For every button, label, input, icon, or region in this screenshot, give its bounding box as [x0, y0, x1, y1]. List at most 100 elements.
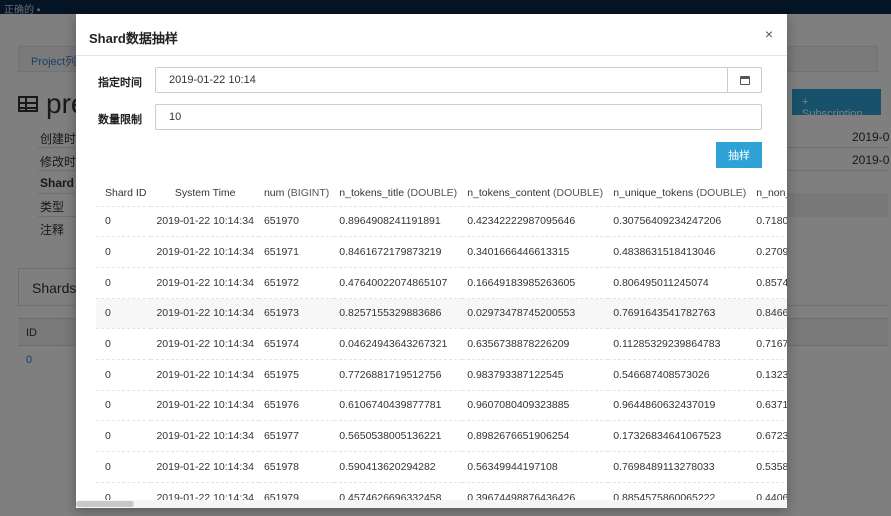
table-row: 0 2019-01-22 10:14:34 651974 0.046249436432…: [96, 328, 787, 360]
table-cell: 2019-01-22 10:14:34: [151, 358, 259, 391]
table-cell: 0.9607080409323885: [462, 389, 609, 421]
table-row: 0 2019-01-22 10:14:34 651972 0.476400220748…: [96, 266, 787, 299]
table-row: 0 2019-01-22 10:14:34 651978 0.590413620294…: [96, 451, 787, 483]
table-cell: 2019-01-22 10:14:34: [151, 389, 259, 421]
table-cell: 0: [96, 297, 152, 329]
scrollbar-thumb[interactable]: [76, 501, 134, 507]
table-cell: 2019-01-22 10:14:34: [151, 236, 259, 268]
table-cell: 0.7691643541782763: [608, 297, 752, 329]
table-cell: 0.8461672179873219: [334, 236, 463, 268]
table-cell: 0.17326834641067523: [608, 420, 752, 452]
table-cell: 0.16649183985263605: [462, 266, 609, 299]
table-cell: 0.42342222987095646: [462, 205, 609, 237]
table-cell: 0.7167256947: [751, 328, 787, 360]
table-cell: 0.4574626696332458: [334, 481, 463, 500]
table-cell: 2019-01-22 10:14:34: [151, 266, 259, 299]
table-cell: 651977: [258, 420, 335, 452]
table-cell: 651970: [258, 205, 335, 237]
table-cell: 0.7180117817: [751, 205, 787, 237]
table-cell: 0: [96, 481, 152, 500]
limit-label: 数量限制: [98, 114, 142, 126]
table-row: 0 2019-01-22 10:14:34 651976 0.610674043987…: [96, 389, 787, 421]
table-body: 0 2019-01-22 10:14:34 651970 0.896490824119…: [96, 205, 787, 500]
time-label: 指定时间: [98, 77, 142, 89]
table-cell: 0: [96, 389, 152, 421]
table-cell: 0: [96, 236, 152, 268]
table-row: 0 2019-01-22 10:14:34 651970 0.896490824119…: [96, 205, 787, 237]
table-cell: 2019-01-22 10:14:34: [151, 297, 259, 329]
table-header-row: Shard ID System Time num (BIGINT) n_toke…: [96, 180, 787, 206]
limit-input[interactable]: [155, 104, 762, 130]
sample-button[interactable]: 抽样: [716, 142, 762, 168]
table-cell: 0: [96, 266, 152, 299]
table-cell: 0.546687408573026: [608, 358, 752, 391]
table-cell: 0.11285329239864783: [608, 328, 752, 360]
shard-sampling-dialog: Shard数据抽样 × 指定时间 数量限制 抽样 Shard ID System…: [76, 14, 787, 508]
table-cell: 651976: [258, 389, 335, 421]
table-cell: 0.4838631518413046: [608, 236, 752, 268]
table-cell: 0.4406414412: [751, 481, 787, 500]
table-cell: 0.6356738878226209: [462, 328, 609, 360]
horizontal-scrollbar[interactable]: [76, 500, 787, 508]
table-cell: 651978: [258, 451, 335, 483]
table-cell: 0: [96, 358, 152, 391]
table-cell: 651973: [258, 297, 335, 329]
table-cell: 0.6106740439877781: [334, 389, 463, 421]
table-cell: 0.8982676651906254: [462, 420, 609, 452]
table-cell: 0.6723464061: [751, 420, 787, 452]
table-row: 0 2019-01-22 10:14:34 651979 0.457462669633…: [96, 481, 787, 500]
table-cell: 0: [96, 420, 152, 452]
sample-table-container[interactable]: Shard ID System Time num (BIGINT) n_toke…: [96, 180, 787, 500]
table-cell: 0.8466540610: [751, 297, 787, 329]
table-row: 0 2019-01-22 10:14:34 651973 0.825715532988…: [96, 297, 787, 329]
table-cell: 651971: [258, 236, 335, 268]
time-input[interactable]: [155, 67, 762, 93]
sample-table: Shard ID System Time num (BIGINT) n_toke…: [96, 180, 787, 500]
column-header: n_tokens_title (DOUBLE): [334, 180, 463, 206]
table-cell: 0.806495011245074: [608, 266, 752, 299]
table-row: 0 2019-01-22 10:14:34 651971 0.846167217987…: [96, 236, 787, 268]
table-cell: 0: [96, 451, 152, 483]
table-cell: 2019-01-22 10:14:34: [151, 451, 259, 483]
column-header: num (BIGINT): [258, 180, 335, 206]
table-cell: 0: [96, 205, 152, 237]
table-cell: 651974: [258, 328, 335, 360]
dialog-header: Shard数据抽样 ×: [76, 14, 787, 56]
table-cell: 0.04624943643267321: [334, 328, 463, 360]
table-cell: 0.3401666446613315: [462, 236, 609, 268]
table-cell: 0.02973478745200553: [462, 297, 609, 329]
table-cell: 0.6371993171: [751, 389, 787, 421]
table-cell: 2019-01-22 10:14:34: [151, 205, 259, 237]
table-cell: 2019-01-22 10:14:34: [151, 420, 259, 452]
column-header: n_unique_tokens (DOUBLE): [608, 180, 752, 206]
column-header: n_non_stop_w: [751, 180, 787, 206]
table-cell: 0.8257155329883686: [334, 297, 463, 329]
table-cell: 651979: [258, 481, 335, 500]
table-cell: 2019-01-22 10:14:34: [151, 328, 259, 360]
table-cell: 0.590413620294282: [334, 451, 463, 483]
table-cell: 0.56349944197108: [462, 451, 609, 483]
table-cell: 0.39674498876436426: [462, 481, 609, 500]
table-cell: 0.8854575860065222: [608, 481, 752, 500]
column-header: System Time: [151, 180, 259, 206]
calendar-icon: [740, 75, 750, 85]
table-cell: 0.7726881719512756: [334, 358, 463, 391]
table-cell: 0.8964908241191891: [334, 205, 463, 237]
column-header: n_tokens_content (DOUBLE): [462, 180, 609, 206]
table-cell: 0.1323733463: [751, 358, 787, 391]
table-cell: 0.30756409234247206: [608, 205, 752, 237]
table-cell: 651975: [258, 358, 335, 391]
table-cell: 0.47640022074865107: [334, 266, 463, 299]
dialog-title: Shard数据抽样: [89, 31, 178, 46]
table-cell: 2019-01-22 10:14:34: [151, 481, 259, 500]
table-cell: 0.9644860632437019: [608, 389, 752, 421]
table-cell: 0.2709595234: [751, 236, 787, 268]
table-cell: 0.7698489113278033: [608, 451, 752, 483]
table-row: 0 2019-01-22 10:14:34 651975 0.772688171951…: [96, 358, 787, 391]
table-cell: 0.5650538005136221: [334, 420, 463, 452]
table-cell: 0: [96, 328, 152, 360]
close-icon[interactable]: ×: [761, 26, 777, 42]
calendar-button[interactable]: [727, 67, 762, 93]
table-cell: 0.5358662970: [751, 451, 787, 483]
column-header: Shard ID: [96, 180, 152, 206]
